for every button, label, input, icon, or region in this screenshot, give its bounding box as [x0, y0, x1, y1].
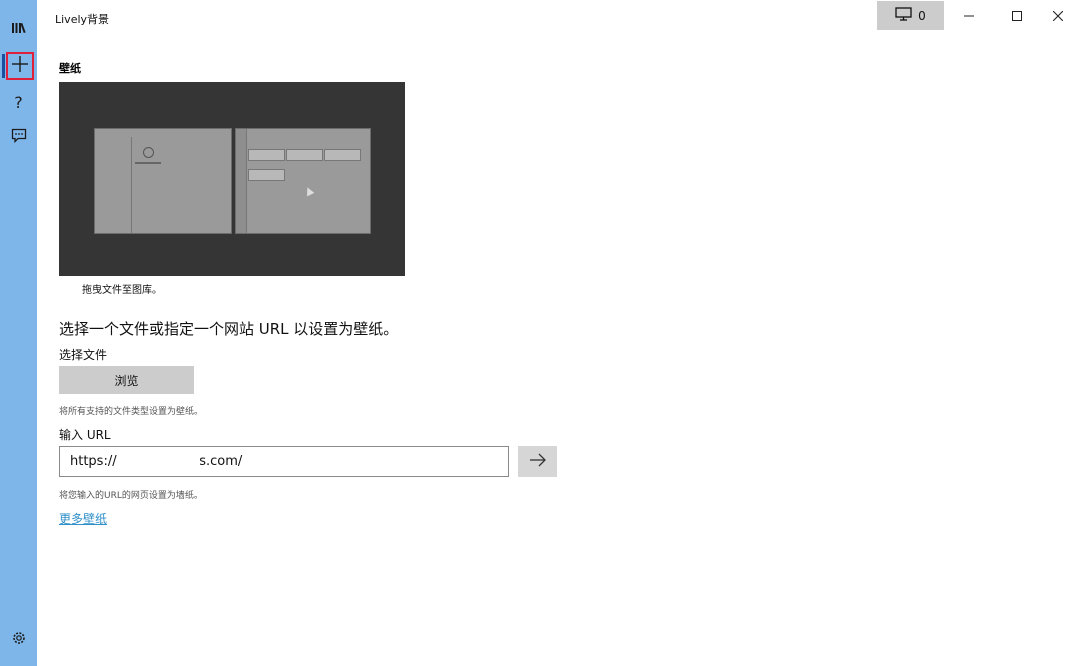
add-wallpaper-nav-button[interactable] [6, 52, 34, 80]
close-button[interactable] [1038, 0, 1078, 30]
preview-caption: 拖曳文件至图库。 [82, 285, 162, 296]
selected-indicator [2, 54, 5, 78]
arrow-right-icon [528, 452, 548, 471]
minimize-icon [964, 6, 974, 25]
drag-drop-preview-image [59, 82, 405, 276]
url-input[interactable] [59, 446, 509, 477]
section-title: 壁纸 [59, 62, 81, 75]
feedback-nav-button[interactable] [0, 120, 37, 154]
minimize-button[interactable] [949, 0, 989, 30]
window-title: Lively背景 [55, 13, 110, 26]
preview-window-right [235, 128, 371, 234]
monitor-count: 0 [918, 8, 926, 23]
choose-file-label: 选择文件 [59, 348, 108, 362]
library-icon [11, 20, 27, 39]
plus-icon [11, 55, 29, 77]
choose-file-hint: 将所有支持的文件类型设置为壁纸。 [59, 407, 204, 417]
gear-icon [11, 630, 27, 650]
maximize-button[interactable] [997, 0, 1037, 30]
preview-window-left [94, 128, 232, 234]
more-wallpapers-link[interactable]: 更多壁纸 [59, 510, 107, 527]
settings-nav-button[interactable] [0, 623, 37, 657]
title-bar: Lively背景 0 [37, 0, 1080, 32]
browse-button[interactable]: 浏览 [59, 366, 194, 394]
url-hint: 将您输入的URL的网页设置为墙纸。 [59, 491, 203, 501]
close-icon [1052, 6, 1064, 25]
url-label: 输入 URL [59, 428, 111, 442]
help-nav-button[interactable]: ? [0, 85, 37, 119]
navigation-rail: ? [0, 0, 37, 666]
monitor-selector-button[interactable]: 0 [877, 1, 944, 30]
chat-icon [11, 128, 27, 147]
library-nav-button[interactable] [0, 12, 37, 46]
instruction-headline: 选择一个文件或指定一个网站 URL 以设置为壁纸。 [59, 320, 399, 338]
maximize-icon [1012, 6, 1022, 25]
question-icon: ? [14, 92, 23, 112]
monitor-icon [895, 7, 912, 24]
go-button[interactable] [518, 446, 557, 477]
